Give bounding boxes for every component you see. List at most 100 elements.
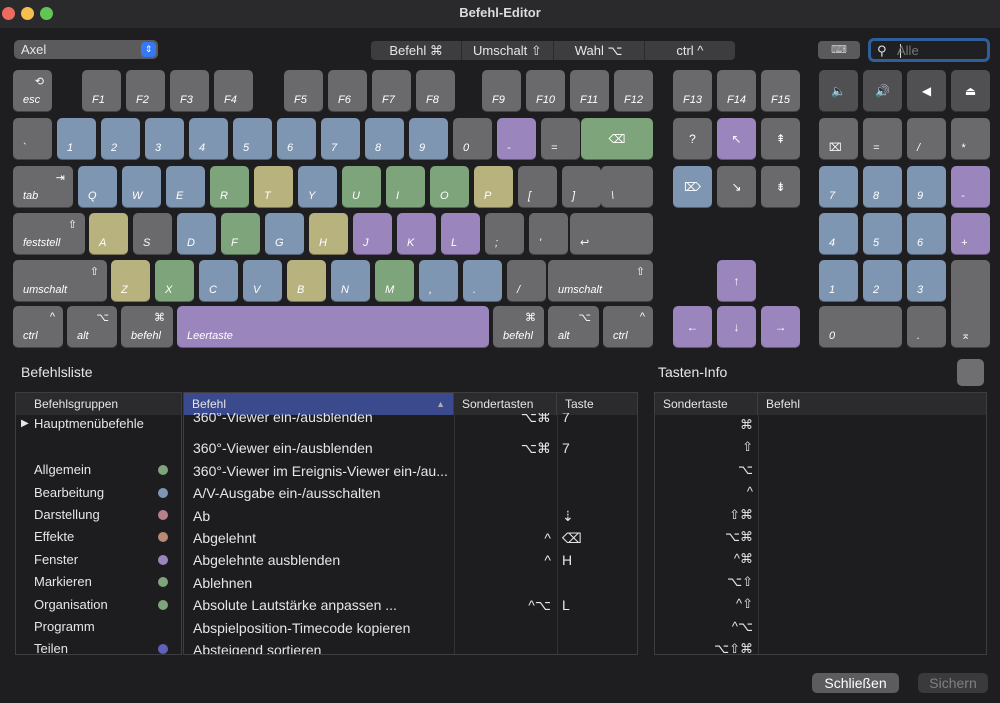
key-media-1[interactable]: 🔊 [863,70,902,112]
key-num-9[interactable]: 9 [409,118,448,160]
key-f4[interactable]: F4 [214,70,253,112]
key-q-10[interactable]: P [474,166,513,208]
key-a-8[interactable]: K [397,213,436,255]
key-num-3[interactable]: 3 [145,118,184,160]
key-numpad-8[interactable]: 4 [819,213,858,255]
modifier-row[interactable]: ⌥ [655,459,753,481]
key-esc[interactable]: esc ⟲ [13,70,52,112]
key-z-10[interactable]: / [507,260,546,302]
key-f14[interactable]: F14 [717,70,756,112]
modifier-shift-button[interactable]: Umschalt ⇧ [462,41,554,60]
modifier-row[interactable]: ⌥⇧⌘ [655,638,753,654]
key-a-6[interactable]: H [309,213,348,255]
key-numpad-enter[interactable]: ⌅ [951,260,990,348]
key-media-2[interactable]: ◀ [907,70,946,112]
minimize-window-icon[interactable] [21,7,34,20]
key-f13[interactable]: F13 [673,70,712,112]
key-help[interactable]: ? [673,118,712,160]
column-header-key[interactable]: Taste [557,393,637,415]
key-num-12[interactable]: = [541,118,580,160]
key-numpad-5[interactable]: 8 [863,166,902,208]
key-a-11[interactable]: ' [529,213,568,255]
key-q-4[interactable]: R [210,166,249,208]
key-q-2[interactable]: W [122,166,161,208]
zoom-window-icon[interactable] [40,7,53,20]
modifier-row[interactable]: ⇧⌘ [655,504,753,526]
key-f3[interactable]: F3 [170,70,209,112]
key-q-11[interactable]: [ [518,166,557,208]
key-a-7[interactable]: J [353,213,392,255]
key-num-11[interactable]: - [497,118,536,160]
key-media-3[interactable]: ⏏ [951,70,990,112]
group-item[interactable]: Programm [16,616,181,638]
modifier-row[interactable]: ⌥⇧ [655,571,753,593]
close-window-icon[interactable] [2,7,15,20]
modifier-row[interactable]: ⌘ [655,414,753,436]
key-f1[interactable]: F1 [82,70,121,112]
modifier-option-button[interactable]: Wahl ⌥ [554,41,645,60]
column-header-command[interactable]: Befehl ▲ [184,393,454,415]
keyboard-toggle-button[interactable]: ⌨ [818,41,860,59]
key-media-0[interactable]: 🔈 [819,70,858,112]
key-z-4[interactable]: V [243,260,282,302]
key-num-4[interactable]: 4 [189,118,228,160]
group-item[interactable]: Organisation [16,594,181,616]
group-item[interactable]: Allgemein [16,459,181,481]
key-q-6[interactable]: Y [298,166,337,208]
key-numpad-4[interactable]: 7 [819,166,858,208]
key-delete-forward[interactable]: ⌦ [673,166,712,208]
key-num-6[interactable]: 6 [277,118,316,160]
key-shift-left[interactable]: umschalt ⇧ [13,260,107,302]
command-row[interactable]: A/V-Ausgabe ein-/ausschalten [184,482,637,504]
key-f11[interactable]: F11 [570,70,609,112]
key-pagedown[interactable]: ⇟ [761,166,800,208]
key-z-2[interactable]: X [155,260,194,302]
key-capslock[interactable]: feststell ⇧ [13,213,85,255]
modifier-cmd-button[interactable]: Befehl ⌘ [371,41,463,60]
command-row[interactable]: Abgelehnte ausblenden ^ H [184,549,637,571]
key-cmd-left[interactable]: befehl ⌘ [121,306,173,348]
key-home[interactable]: ↖ [717,118,756,160]
key-return[interactable]: ↩ [570,213,653,255]
key-num-1[interactable]: 1 [57,118,96,160]
command-row[interactable]: 360°-Viewer ein-/ausblenden ⌥⌘ 7 [184,413,637,425]
key-tab[interactable]: tab ⇥ [13,166,73,208]
key-arrow-left[interactable]: ← [673,306,712,348]
key-q-5[interactable]: T [254,166,293,208]
command-row[interactable]: Ab ⇣ [184,505,637,527]
modifier-row[interactable]: ⇧ [655,436,753,458]
key-cmd-right[interactable]: befehl ⌘ [493,306,544,348]
key-ctrl-left[interactable]: ctrl ^ [13,306,63,348]
key-a-1[interactable]: A [89,213,128,255]
key-z-7[interactable]: M [375,260,414,302]
key-num-2[interactable]: 2 [101,118,140,160]
key-alt-right[interactable]: alt ⌥ [548,306,599,348]
group-item[interactable]: ▶ Hauptmenübefehle [16,413,181,435]
key-space[interactable]: Leertaste [177,306,489,348]
key-numpad-7[interactable]: - [951,166,990,208]
command-row[interactable]: 360°-Viewer ein-/ausblenden ⌥⌘ 7 [184,437,637,459]
key-z-8[interactable]: , [419,260,458,302]
search-input[interactable] [897,42,983,59]
save-button[interactable]: Sichern [918,673,988,693]
key-num-10[interactable]: 0 [453,118,492,160]
key-ctrl-right[interactable]: ctrl ^ [603,306,653,348]
key-numpad-9[interactable]: 5 [863,213,902,255]
group-item[interactable]: Darstellung [16,504,181,526]
modifier-row[interactable]: ^⌥ [655,616,753,638]
command-row[interactable]: Abspielposition-Timecode kopieren [184,617,637,639]
command-row[interactable]: Absolute Lautstärke anpassen ... ^⌥ L [184,594,637,616]
key-f5[interactable]: F5 [284,70,323,112]
key-q-7[interactable]: U [342,166,381,208]
key-f12[interactable]: F12 [614,70,653,112]
group-item[interactable]: Effekte [16,526,181,548]
key-numpad-11[interactable]: + [951,213,990,255]
group-item[interactable]: Bearbeitung [16,482,181,504]
key-a-4[interactable]: F [221,213,260,255]
key-q-12[interactable]: ] [562,166,601,208]
command-row[interactable]: Abgelehnt ^ ⌫ [184,527,637,549]
disclosure-triangle-icon[interactable]: ▶ [21,413,29,435]
key-pageup[interactable]: ⇞ [761,118,800,160]
key-a-10[interactable]: ; [485,213,524,255]
key-f6[interactable]: F6 [328,70,367,112]
